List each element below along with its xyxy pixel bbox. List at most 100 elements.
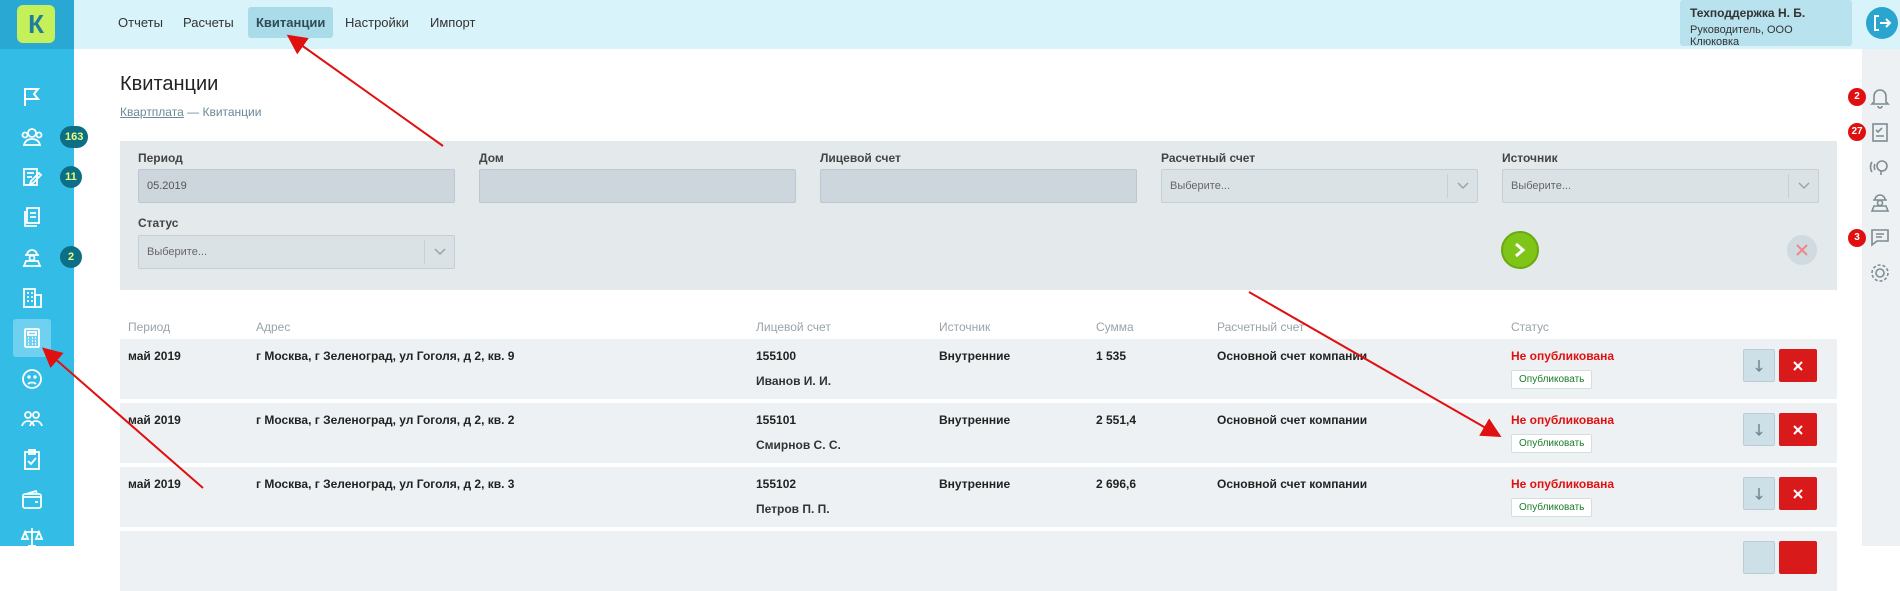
status-label: Статус <box>138 216 179 230</box>
column-header-source: Источник <box>939 320 991 334</box>
house-label: Дом <box>479 151 504 165</box>
column-header-period: Период <box>128 320 171 334</box>
scales-icon[interactable] <box>13 518 51 556</box>
building-icon[interactable] <box>13 279 51 317</box>
breadcrumb-current: Квитанции <box>202 105 262 119</box>
calculator-icon[interactable] <box>13 319 51 357</box>
tab-reports[interactable]: Отчеты <box>110 7 171 38</box>
period-input[interactable]: 05.2019 <box>138 169 455 203</box>
user-role: Руководитель, ООО Клюковка <box>1690 24 1793 48</box>
bell-icon[interactable] <box>1867 84 1893 110</box>
gear-icon[interactable] <box>1867 260 1893 286</box>
row-account: 155101 <box>756 413 797 427</box>
notifications-badge: 2 <box>1848 88 1866 106</box>
clear-filter-button[interactable] <box>1787 235 1817 265</box>
edit-icon[interactable] <box>13 158 51 196</box>
tab-settings[interactable]: Настройки <box>337 7 417 38</box>
account-input[interactable] <box>820 169 1137 203</box>
top-bar: Отчеты Расчеты Квитанции Настройки Импор… <box>74 0 1900 49</box>
logo-area: К <box>0 0 74 49</box>
settlement-placeholder: Выберите... <box>1170 180 1231 192</box>
row-settlement: Основной счет компании <box>1217 477 1368 491</box>
source-label: Источник <box>1502 151 1558 165</box>
table-row[interactable] <box>120 467 1837 527</box>
close-icon <box>1796 244 1808 256</box>
row-period: май 2019 <box>128 477 181 491</box>
download-button[interactable] <box>1743 477 1775 510</box>
source-placeholder: Выберите... <box>1511 180 1572 192</box>
breadcrumb-separator: — <box>187 105 200 119</box>
publish-button[interactable]: Опубликовать <box>1511 498 1593 517</box>
edit-badge: 11 <box>60 166 82 188</box>
worker-icon[interactable] <box>13 238 51 276</box>
worker-icon[interactable] <box>1867 189 1893 215</box>
sidebar: К 163 11 2 <box>0 0 89 547</box>
house-input[interactable] <box>479 169 796 203</box>
breadcrumb-link[interactable]: Квартплата <box>120 105 184 119</box>
delete-button[interactable] <box>1779 477 1817 510</box>
status-badge: Не опубликована <box>1511 477 1615 491</box>
user-menu[interactable]: Техподдержка Н. Б. Руководитель, ООО Клю… <box>1680 0 1852 48</box>
checklist-icon[interactable] <box>1867 119 1893 145</box>
clipboard-icon[interactable] <box>13 441 51 479</box>
broadcast-icon[interactable] <box>1867 154 1893 180</box>
download-icon <box>1755 487 1763 500</box>
download-icon <box>1755 423 1763 436</box>
chevron-right-icon <box>1515 242 1526 258</box>
people-icon[interactable] <box>13 118 51 156</box>
row-owner: Петров П. П. <box>756 502 830 516</box>
settlement-select[interactable]: Выберите... <box>1161 169 1478 203</box>
status-placeholder: Выберите... <box>147 246 208 258</box>
worker-badge: 2 <box>60 246 82 268</box>
row-settlement: Основной счет компании <box>1217 349 1368 363</box>
row-owner: Иванов И. И. <box>756 374 832 388</box>
tab-receipts[interactable]: Квитанции <box>248 7 334 38</box>
app-logo[interactable]: К <box>17 5 55 43</box>
source-select[interactable]: Выберите... <box>1502 169 1819 203</box>
row-account: 155102 <box>756 477 797 491</box>
status-badge: Не опубликована <box>1511 349 1615 363</box>
column-header-settlement: Расчетный счет <box>1217 320 1305 334</box>
chat-icon[interactable] <box>1867 224 1893 250</box>
logout-icon <box>1874 15 1892 31</box>
table-row[interactable] <box>120 403 1837 463</box>
publish-button[interactable]: Опубликовать <box>1511 434 1593 453</box>
table-row[interactable] <box>120 339 1837 399</box>
messages-badge: 3 <box>1848 229 1866 247</box>
chevron-down-icon <box>1788 174 1818 198</box>
logout-button[interactable] <box>1866 7 1898 39</box>
column-header-status: Статус <box>1511 320 1549 334</box>
row-account: 155100 <box>756 349 797 363</box>
delete-button[interactable] <box>1779 413 1817 446</box>
download-button[interactable] <box>1743 413 1775 446</box>
row-address: г Москва, г Зеленоград, ул Гоголя, д 2, … <box>256 413 515 427</box>
tab-import[interactable]: Импорт <box>422 7 483 38</box>
column-header-account: Лицевой счет <box>756 320 831 334</box>
tab-calculations[interactable]: Расчеты <box>175 7 242 38</box>
status-select[interactable]: Выберите... <box>138 235 455 269</box>
table-row[interactable] <box>120 531 1837 591</box>
flag-icon[interactable] <box>13 78 51 116</box>
status-badge: Не опубликована <box>1511 413 1615 427</box>
sad-face-icon[interactable] <box>13 360 51 398</box>
team-icon[interactable] <box>13 400 51 438</box>
account-label: Лицевой счет <box>820 151 901 165</box>
breadcrumb: Квартплата — Квитанции <box>120 105 261 119</box>
row-source: Внутренние <box>939 413 1011 427</box>
wallet-icon[interactable] <box>13 481 51 519</box>
row-period: май 2019 <box>128 413 181 427</box>
row-source: Внутренние <box>939 349 1011 363</box>
row-address: г Москва, г Зеленоград, ул Гоголя, д 2, … <box>256 349 515 363</box>
row-sum: 2 696,6 <box>1096 477 1137 491</box>
chevron-down-icon <box>1447 174 1477 198</box>
apply-filter-button[interactable] <box>1501 231 1539 269</box>
download-button[interactable] <box>1743 349 1775 382</box>
row-owner: Смирнов С. С. <box>756 438 841 452</box>
close-icon <box>1793 424 1803 435</box>
page-title: Квитанции <box>120 73 219 95</box>
download-icon <box>1755 359 1763 372</box>
delete-button[interactable] <box>1779 349 1817 382</box>
user-name: Техподдержка Н. Б. <box>1690 6 1806 20</box>
publish-button[interactable]: Опубликовать <box>1511 370 1593 389</box>
documents-icon[interactable] <box>13 198 51 236</box>
